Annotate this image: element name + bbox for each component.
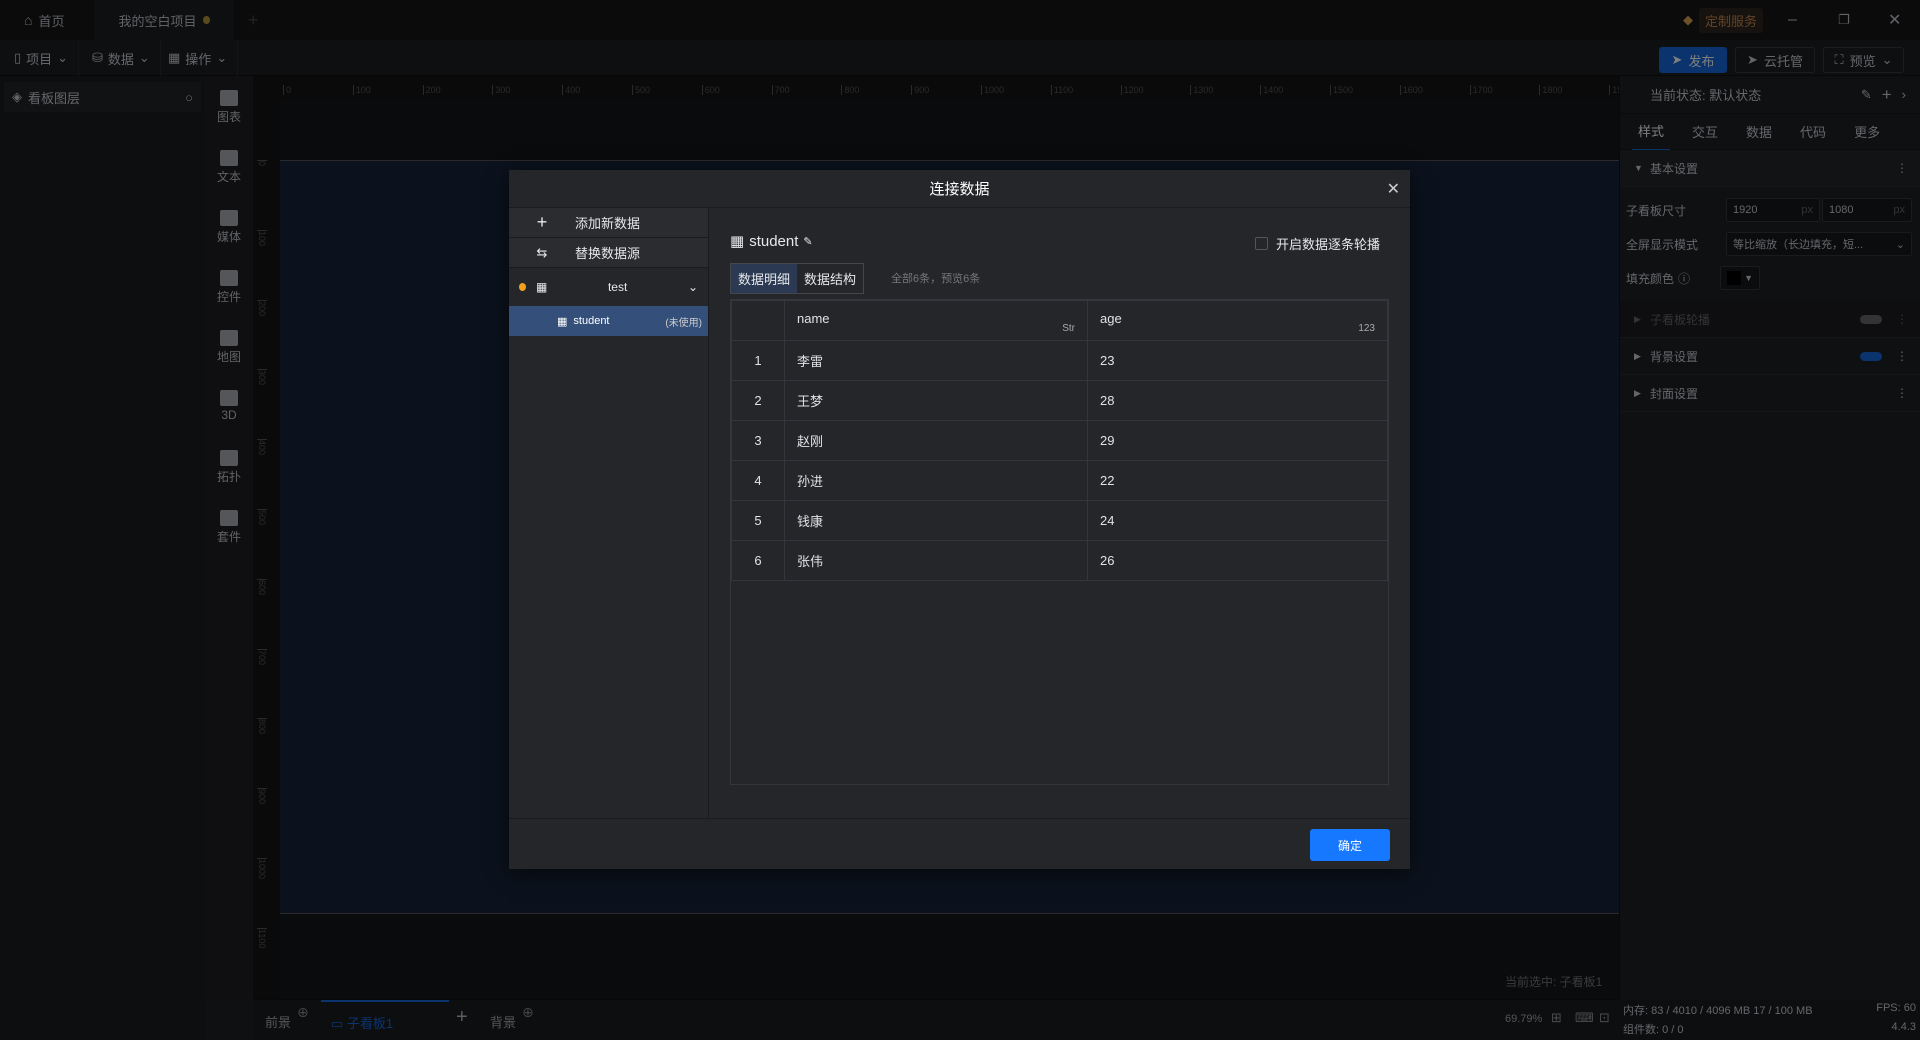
connect-data-dialog: 连接数据 ✕ + 添加新数据 ⇆ 替换数据源 ▦ test ⌄ ▦ student (未使用)… <box>509 170 1410 869</box>
table-row[interactable]: 3 赵刚 29 <box>731 420 1388 461</box>
tab-data-structure[interactable]: 数据结构 <box>797 264 863 293</box>
table-cell: 4 <box>731 460 785 501</box>
source-group-test[interactable]: ▦ test ⌄ <box>509 268 708 306</box>
plus-icon: + <box>536 212 548 232</box>
source-item-student[interactable]: ▦ student (未使用) <box>509 306 708 336</box>
dialog-title: 连接数据 <box>929 181 990 198</box>
chevron-down-icon: ⌄ <box>687 280 698 294</box>
table-cell: 24 <box>1087 500 1388 541</box>
data-table: name Str age 123 1 李雷 23 2 王梦 28 3 赵刚 29 4 孙进 22 5 钱康 24… <box>730 299 1389 785</box>
table-cell: 孙进 <box>784 460 1088 501</box>
status-dot <box>519 283 526 291</box>
replace-source-button[interactable]: ⇆ 替换数据源 <box>509 238 708 268</box>
table-row[interactable]: 1 李雷 23 <box>731 340 1388 381</box>
column-header-age: age 123 <box>1087 300 1388 341</box>
tab-data-detail[interactable]: 数据明细 <box>731 264 798 293</box>
data-tabs: 数据明细 数据结构 <box>730 263 865 294</box>
table-row[interactable]: 5 钱康 24 <box>731 500 1388 541</box>
dataset-title: ▦ student ✎ <box>730 232 813 251</box>
table-row[interactable]: 2 王梦 28 <box>731 380 1388 421</box>
table-cell: 2 <box>731 380 785 421</box>
add-data-button[interactable]: + 添加新数据 <box>509 208 708 238</box>
table-icon: ▦ <box>730 233 745 250</box>
table-cell: 23 <box>1087 340 1388 381</box>
table-cell: 王梦 <box>784 380 1088 421</box>
table-cell: 钱康 <box>784 500 1088 541</box>
table-cell: 22 <box>1087 460 1388 501</box>
record-summary: 全部6条，预览6条 <box>891 273 981 285</box>
swap-icon: ⇆ <box>536 244 548 260</box>
table-cell: 6 <box>731 540 785 581</box>
table-icon: ▦ <box>557 315 568 328</box>
table-cell: 张伟 <box>784 540 1088 581</box>
table-cell: 28 <box>1087 380 1388 421</box>
checkbox[interactable] <box>1254 237 1268 250</box>
divider <box>509 818 1410 819</box>
table-cell: 赵刚 <box>784 420 1088 461</box>
edit-icon[interactable]: ✎ <box>803 235 812 248</box>
close-icon[interactable]: ✕ <box>1387 179 1400 199</box>
data-source-list: + 添加新数据 ⇆ 替换数据源 ▦ test ⌄ ▦ student (未使用) <box>509 208 709 818</box>
column-header-name: name Str <box>784 300 1088 341</box>
table-row[interactable]: 4 孙进 22 <box>731 460 1388 501</box>
carousel-checkbox[interactable]: 开启数据逐条轮播 <box>1254 234 1380 253</box>
table-cell: 李雷 <box>784 340 1088 381</box>
table-icon: ▦ <box>536 280 548 294</box>
table-cell: 3 <box>731 420 785 461</box>
table-cell: 26 <box>1087 540 1388 581</box>
table-cell: 29 <box>1087 420 1388 461</box>
table-cell: 5 <box>731 500 785 541</box>
table-row[interactable]: 6 张伟 26 <box>731 540 1388 581</box>
table-cell: 1 <box>731 340 785 381</box>
confirm-button[interactable]: 确定 <box>1310 829 1390 861</box>
